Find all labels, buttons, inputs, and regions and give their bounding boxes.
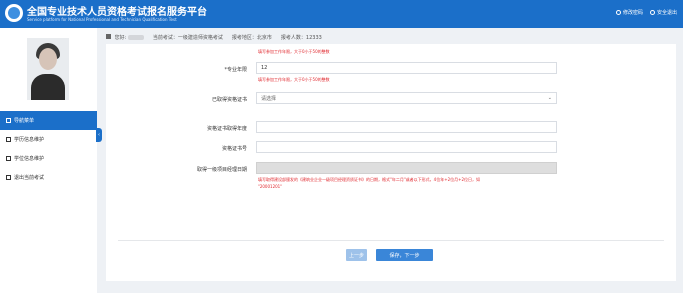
sidebar-item-nav-menu[interactable]: 导航菜单 bbox=[0, 111, 97, 130]
cert-no-label: 资格证书号 bbox=[221, 146, 247, 152]
header-links: 修改密码 安全退出 bbox=[615, 9, 677, 16]
gear-icon bbox=[615, 10, 621, 15]
save-next-button[interactable]: 保存，下一步 bbox=[376, 249, 433, 261]
major-years-label: *专业年限 bbox=[224, 67, 247, 73]
sidebar-item-label: 导航菜单 bbox=[14, 118, 35, 124]
major-years-hint: 填写参加工作年限，大于0小于50的整数 bbox=[258, 77, 330, 82]
form-panel: 填写参加工作年限，大于0小于50的整数 *专业年限 12 填写参加工作年限，大于… bbox=[106, 44, 676, 281]
user-greeting: 您好: bbox=[106, 33, 144, 41]
education-icon bbox=[6, 137, 11, 142]
first-date-hint-example: "20001201" bbox=[258, 184, 283, 189]
sidebar: 导航菜单 学历信息维护 学位信息维护 退出当前考试 bbox=[0, 28, 97, 293]
home-icon bbox=[6, 118, 11, 123]
degree-icon bbox=[6, 156, 11, 161]
platform-logo bbox=[5, 4, 23, 22]
exam-region: 报考地区：北京市 bbox=[231, 34, 272, 41]
avatar bbox=[27, 38, 69, 100]
sidebar-item-education[interactable]: 学历信息维护 bbox=[0, 130, 97, 149]
current-exam: 当前考试：一级建造师资格考试 bbox=[152, 34, 223, 41]
blurred-username bbox=[127, 34, 144, 40]
change-password-link[interactable]: 修改密码 bbox=[615, 9, 643, 16]
sidebar-item-label: 退出当前考试 bbox=[14, 175, 45, 181]
field-hint: 填写参加工作年限，大于0小于50的整数 bbox=[258, 49, 330, 54]
major-years-input[interactable]: 12 bbox=[256, 62, 557, 74]
logout-label: 安全退出 bbox=[656, 10, 677, 16]
chevron-left-icon: ‹ bbox=[98, 132, 100, 138]
obtained-cert-label: 已取得资格证书 bbox=[211, 97, 247, 103]
info-bar: 您好: 当前考试：一级建造师资格考试 报考地区：北京市 报考人数：12333 bbox=[106, 32, 676, 42]
sidebar-item-exit-exam[interactable]: 退出当前考试 bbox=[0, 168, 97, 187]
site-title: 全国专业技术人员资格考试报名服务平台 bbox=[27, 7, 207, 18]
cert-year-label: 资格证书取得年度 bbox=[206, 126, 247, 132]
sidebar-collapse-button[interactable]: ‹ bbox=[96, 128, 102, 142]
top-header: 全国专业技术人员资格考试报名服务平台 Service platform for … bbox=[0, 0, 683, 28]
sidebar-item-degree[interactable]: 学位信息维护 bbox=[0, 149, 97, 168]
applicant-count: 报考人数：12333 bbox=[280, 34, 322, 41]
user-icon bbox=[106, 33, 111, 39]
cert-no-input[interactable] bbox=[256, 141, 557, 153]
change-password-label: 修改密码 bbox=[622, 10, 643, 16]
obtained-cert-select[interactable]: 请选择 ⌄ bbox=[256, 92, 557, 104]
logout-icon bbox=[649, 10, 655, 15]
first-date-input[interactable] bbox=[256, 162, 557, 174]
sidebar-nav: 导航菜单 学历信息维护 学位信息维护 退出当前考试 bbox=[0, 111, 97, 187]
cert-year-input[interactable] bbox=[256, 121, 557, 133]
first-date-hint: 填写取得建设部颁发的《建筑业企业一级项目经理资质证书》的日期，格式"年二月"或者… bbox=[258, 177, 481, 182]
sidebar-item-label: 学位信息维护 bbox=[14, 156, 45, 162]
exit-icon bbox=[6, 175, 11, 180]
divider bbox=[118, 240, 664, 241]
first-date-label: 取得一级项目经理日期 bbox=[196, 167, 247, 173]
prev-step-button[interactable]: 上一步 bbox=[346, 249, 367, 261]
site-subtitle: Service platform for National Profession… bbox=[27, 17, 177, 22]
logout-link[interactable]: 安全退出 bbox=[649, 9, 677, 16]
chevron-down-icon: ⌄ bbox=[547, 95, 552, 101]
sidebar-item-label: 学历信息维护 bbox=[14, 137, 45, 143]
